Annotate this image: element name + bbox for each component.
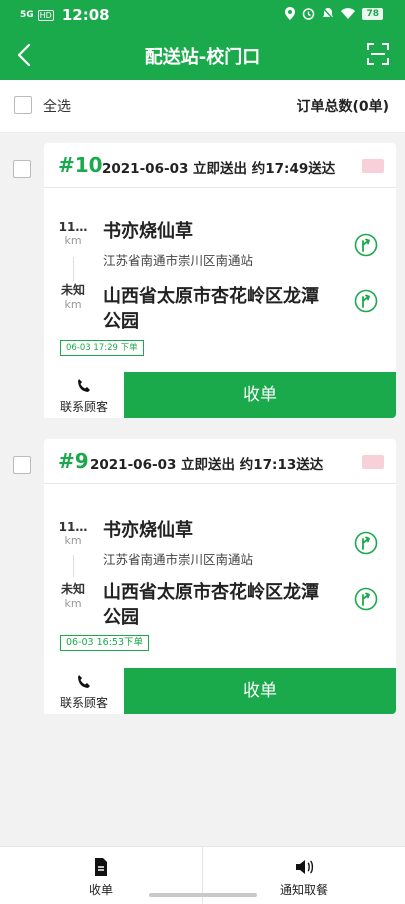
navigate-dropoff-icon[interactable] <box>354 587 378 611</box>
order-header: #9 2021-06-03 立即送出 约17:13送达 <box>44 439 396 484</box>
pickup-name: 书亦烧仙草 <box>103 221 193 242</box>
dropoff-distance-unit: km <box>64 597 82 610</box>
order-header: #10 2021-06-03 立即送出 约17:49送达 <box>44 143 396 188</box>
dropoff-distance: 未知 km <box>48 281 98 311</box>
order-number: #9 <box>58 449 89 473</box>
contact-customer-label: 联系顾客 <box>59 400 108 414</box>
receive-order-button[interactable]: 收单 <box>124 668 396 714</box>
pickup-address: 江苏省南通市崇川区南通站 <box>103 253 254 268</box>
battery-icon: 78 <box>362 7 383 20</box>
order-checkbox[interactable] <box>13 160 31 178</box>
pickup-distance: 11… km <box>48 220 98 247</box>
route-connector <box>73 555 74 577</box>
contact-customer-button[interactable]: 联系顾客 <box>44 668 124 714</box>
order-actions: 联系顾客 收单 <box>44 668 396 714</box>
navigate-dropoff-icon[interactable] <box>354 289 378 313</box>
order-actions: 联系顾客 收单 <box>44 372 396 418</box>
route: 11… km 书亦烧仙草 江苏省南通市崇川区南通站 未知 km 山西省太原市杏花… <box>44 187 396 372</box>
order-checkbox[interactable] <box>13 456 31 474</box>
pickup-distance-unit: km <box>64 234 82 247</box>
pickup-address: 江苏省南通市崇川区南通站 <box>103 552 254 567</box>
dropoff-name-line1: 山西省太原市杏花岭区龙潭 <box>103 582 319 603</box>
order-card: #10 2021-06-03 立即送出 约17:49送达 11… km 书亦烧仙… <box>44 143 396 418</box>
dropoff-distance-value: 未知 <box>60 582 85 596</box>
wifi-icon <box>341 8 356 19</box>
order-total: 订单总数(0单) <box>296 99 389 115</box>
order-time-tag: 06-03 17:29 下单 <box>60 340 144 356</box>
dropoff-distance-value: 未知 <box>60 283 85 297</box>
receive-order-button[interactable]: 收单 <box>124 372 396 418</box>
phone-icon <box>78 675 90 688</box>
dropoff-name: 山西省太原市杏花岭区龙潭 公园 <box>103 284 319 334</box>
network-indicator: 5G <box>20 9 34 20</box>
order-time-tag: 06-03 16:53下单 <box>60 635 150 651</box>
scan-icon[interactable] <box>367 43 389 65</box>
order-info: 2021-06-03 立即送出 约17:49送达 <box>102 161 336 177</box>
order-card: #9 2021-06-03 立即送出 约17:13送达 11… km 书亦烧仙草… <box>44 439 396 714</box>
pickup-distance-unit: km <box>64 534 82 547</box>
document-icon <box>95 858 107 876</box>
pickup-distance: 11… km <box>48 520 98 547</box>
status-badge <box>362 455 384 469</box>
select-all-label[interactable]: 全选 <box>43 96 71 116</box>
dropoff-distance: 未知 km <box>48 580 98 610</box>
phone-icon <box>78 379 90 392</box>
mute-icon <box>322 7 335 20</box>
location-icon <box>285 7 296 20</box>
pickup-distance-value: 11… <box>58 220 88 234</box>
navigate-pickup-icon[interactable] <box>354 233 378 257</box>
select-all-checkbox[interactable] <box>14 96 32 114</box>
nav-bar: 配送站-校门口 <box>0 30 405 80</box>
select-bar: 全选 订单总数(0单) <box>0 80 405 133</box>
contact-customer-label: 联系顾客 <box>59 696 108 710</box>
dropoff-name-line2: 公园 <box>103 607 139 628</box>
status-badge <box>362 159 384 173</box>
hd-indicator: HD <box>37 9 54 21</box>
status-bar: 5G HD 12:08 78 <box>0 0 405 30</box>
page-title: 配送站-校门口 <box>144 47 261 68</box>
status-time: 12:08 <box>61 6 110 24</box>
pickup-name: 书亦烧仙草 <box>103 520 193 541</box>
dropoff-name-line2: 公园 <box>103 311 139 332</box>
dropoff-distance-unit: km <box>64 298 82 311</box>
route: 11… km 书亦烧仙草 江苏省南通市崇川区南通站 未知 km 山西省太原市杏花… <box>44 483 396 668</box>
speaker-icon <box>296 860 314 874</box>
dropoff-name-line1: 山西省太原市杏花岭区龙潭 <box>103 286 319 307</box>
dropoff-name: 山西省太原市杏花岭区龙潭 公园 <box>103 580 319 630</box>
route-connector <box>73 257 74 281</box>
alarm-icon <box>303 8 315 20</box>
order-info: 2021-06-03 立即送出 约17:13送达 <box>90 457 324 473</box>
pickup-distance-value: 11… <box>58 520 88 534</box>
home-indicator <box>149 893 257 897</box>
contact-customer-button[interactable]: 联系顾客 <box>44 372 124 418</box>
order-number: #10 <box>58 153 103 177</box>
navigate-pickup-icon[interactable] <box>354 531 378 555</box>
